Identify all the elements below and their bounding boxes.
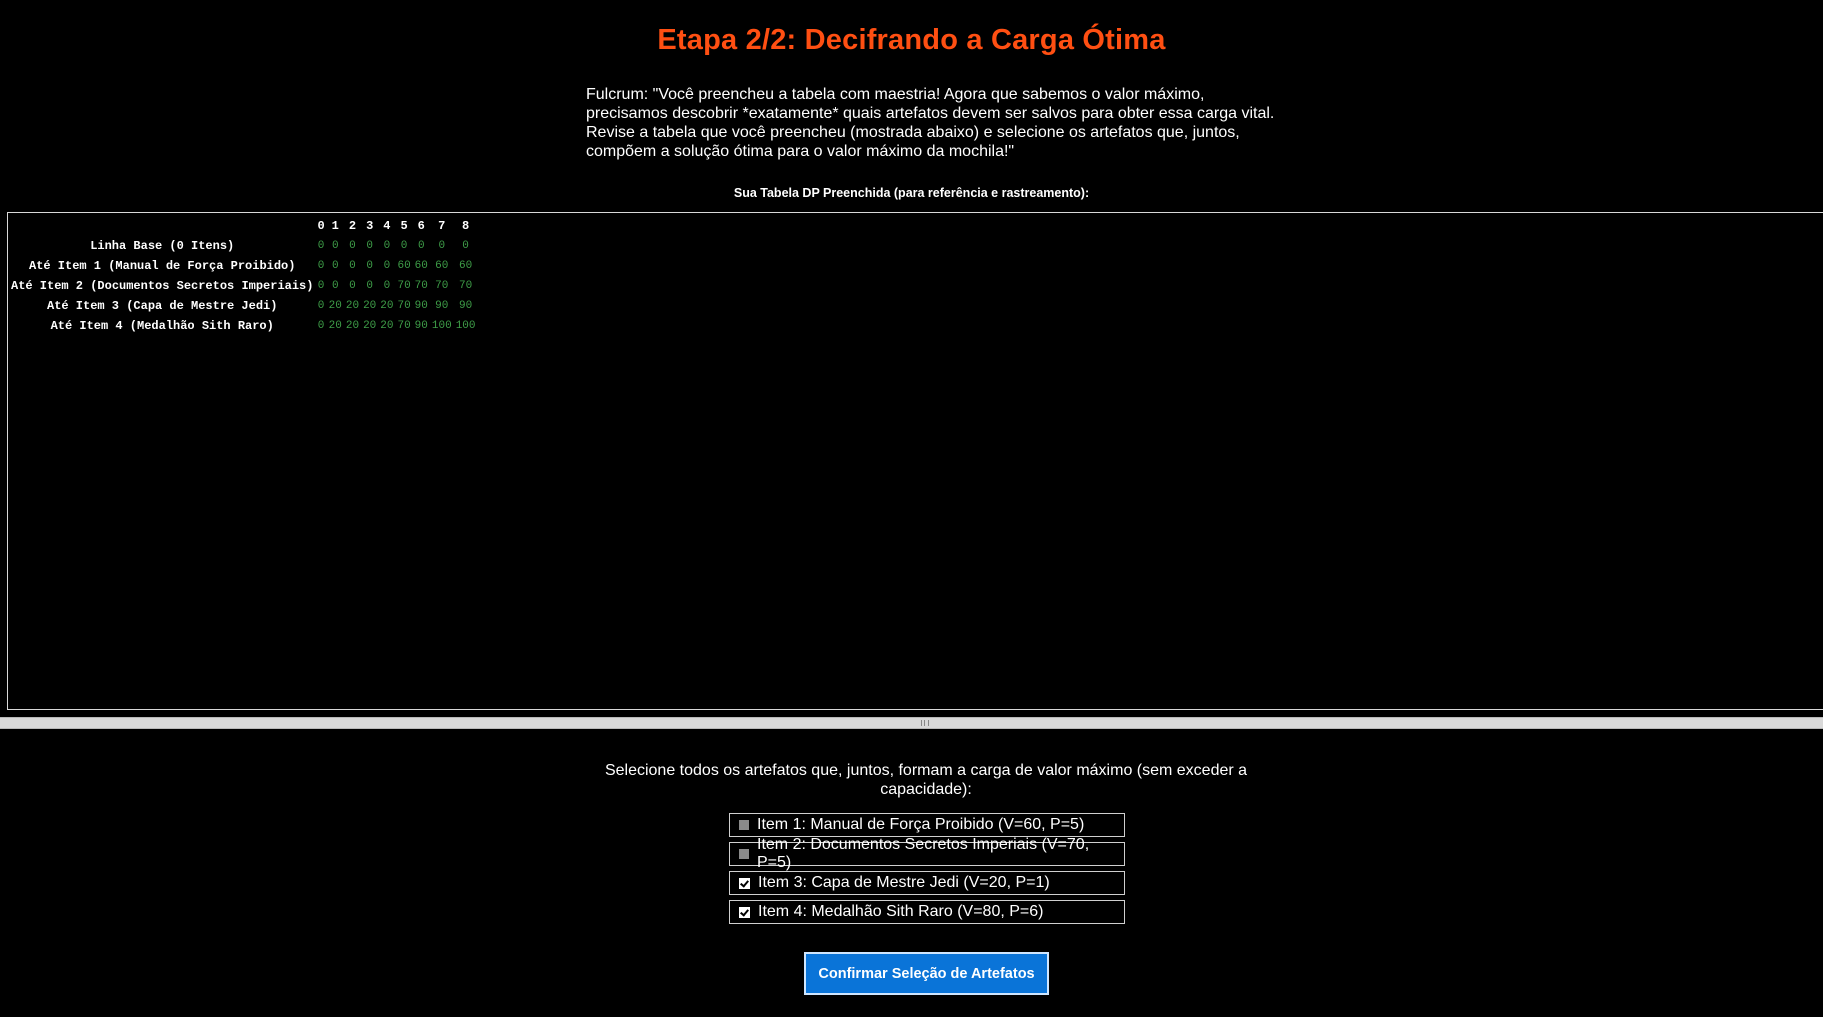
- dp-column-header: 8: [461, 219, 470, 233]
- dp-cell: 0: [317, 300, 325, 312]
- dp-header-row: 0 1 2 3 4 5 6 7 8: [9, 216, 478, 236]
- dp-column-header: 6: [417, 219, 425, 233]
- artifact-option-label: Item 2: Documentos Secretos Imperiais (V…: [757, 836, 1090, 871]
- dp-cell: 0: [317, 280, 325, 292]
- dp-cell: 60: [397, 260, 411, 272]
- checkbox-checked-icon[interactable]: [739, 906, 750, 918]
- table-row: Até Item 1 (Manual de Força Proibido) 0 …: [9, 256, 478, 276]
- dp-cell: 0: [331, 280, 339, 292]
- selection-prompt: Selecione todos os artefatos que, juntos…: [604, 762, 1248, 798]
- dp-row-label: Até Item 1 (Manual de Força Proibido): [29, 259, 296, 273]
- dp-cell: 0: [366, 280, 373, 292]
- checkbox-checked-icon[interactable]: [739, 877, 750, 889]
- confirm-selection-button[interactable]: Confirmar Seleção de Artefatos: [804, 952, 1049, 995]
- dp-cell: 0: [317, 240, 325, 252]
- dp-cell: 60: [435, 260, 449, 272]
- dp-cell: 20: [380, 320, 394, 332]
- dp-cell: 100: [431, 320, 452, 332]
- artifact-option-item-1[interactable]: Item 1: Manual de Força Proibido (V=60, …: [729, 813, 1125, 837]
- dp-cell: 90: [414, 300, 428, 312]
- table-row: Até Item 4 (Medalhão Sith Raro) 0 20 20 …: [9, 316, 478, 336]
- artifact-option-item-2[interactable]: Item 2: Documentos Secretos Imperiais (V…: [729, 836, 1125, 871]
- table-caption: Sua Tabela DP Preenchida (para referênci…: [733, 186, 1090, 200]
- dp-cell: 100: [455, 320, 476, 332]
- dp-table-frame[interactable]: 0 1 2 3 4 5 6 7 8 Linha Base (0 Itens) 0…: [7, 212, 1823, 710]
- dp-cell: 70: [397, 320, 411, 332]
- dp-cell: 0: [462, 240, 469, 252]
- dp-cell: 0: [317, 320, 325, 332]
- dp-row-label: Até Item 3 (Capa de Mestre Jedi): [47, 299, 278, 313]
- dp-row-label: Até Item 4 (Medalhão Sith Raro): [50, 319, 274, 333]
- artifact-option-item-3[interactable]: Item 3: Capa de Mestre Jedi (V=20, P=1): [729, 871, 1125, 895]
- dp-cell: 0: [331, 260, 339, 272]
- dp-cell: 20: [380, 300, 394, 312]
- checkbox-unchecked-icon[interactable]: [739, 820, 749, 830]
- dp-cell: 70: [397, 280, 411, 292]
- checkbox-unchecked-icon[interactable]: [739, 849, 749, 859]
- dp-cell: 0: [366, 240, 373, 252]
- dp-cell: 0: [349, 240, 356, 252]
- dp-cell: 20: [345, 320, 360, 332]
- page-title: Etapa 2/2: Decifrando a Carga Ótima: [657, 24, 1166, 56]
- dp-cell: 70: [458, 280, 473, 292]
- page: Etapa 2/2: Decifrando a Carga Ótima Fulc…: [0, 0, 1823, 1017]
- dp-cell: 0: [349, 260, 356, 272]
- dp-column-header: 3: [366, 219, 374, 233]
- dp-cell: 0: [331, 240, 339, 252]
- dp-cell: 70: [397, 300, 411, 312]
- dp-corner-cell: [9, 216, 315, 236]
- dp-cell: 0: [317, 260, 325, 272]
- dp-cell: 90: [414, 320, 428, 332]
- dp-cell: 0: [383, 280, 391, 292]
- dp-column-header: 5: [400, 219, 408, 233]
- dp-cell: 20: [328, 320, 342, 332]
- dp-cell: 20: [328, 300, 342, 312]
- dp-cell: 60: [414, 260, 428, 272]
- artifact-options: Item 1: Manual de Força Proibido (V=60, …: [729, 813, 1125, 929]
- dp-cell: 0: [383, 240, 391, 252]
- dp-row-label: Até Item 2 (Documentos Secretos Imperiai…: [11, 279, 314, 293]
- dp-cell: 70: [435, 280, 449, 292]
- dp-cell: 20: [345, 300, 360, 312]
- dp-cell: 0: [349, 280, 356, 292]
- dp-cell: 0: [366, 260, 373, 272]
- dp-cell: 0: [438, 240, 446, 252]
- table-row: Até Item 2 (Documentos Secretos Imperiai…: [9, 276, 478, 296]
- artifact-option-item-4[interactable]: Item 4: Medalhão Sith Raro (V=80, P=6): [729, 900, 1125, 924]
- dp-cell: 20: [363, 320, 377, 332]
- dp-cell: 90: [435, 300, 449, 312]
- artifact-option-label: Item 3: Capa de Mestre Jedi (V=20, P=1): [758, 874, 1050, 891]
- dp-cell: 0: [383, 260, 391, 272]
- dp-table: 0 1 2 3 4 5 6 7 8 Linha Base (0 Itens) 0…: [9, 216, 478, 336]
- dp-column-header: 2: [348, 219, 357, 233]
- dp-column-header: 4: [383, 219, 391, 233]
- table-row: Até Item 3 (Capa de Mestre Jedi) 0 20 20…: [9, 296, 478, 316]
- dp-column-header: 1: [331, 219, 339, 233]
- artifact-option-label: Item 1: Manual de Força Proibido (V=60, …: [757, 816, 1085, 833]
- dp-cell: 0: [400, 240, 408, 252]
- dp-cell: 90: [458, 300, 473, 312]
- dp-column-header: 0: [317, 219, 325, 233]
- dp-cell: 20: [363, 300, 377, 312]
- dp-cell: 70: [414, 280, 428, 292]
- resize-splitter[interactable]: [0, 717, 1823, 729]
- dp-cell: 0: [417, 240, 425, 252]
- table-row: Linha Base (0 Itens) 0 0 0 0 0 0 0 0 0: [9, 236, 478, 256]
- dp-column-header: 7: [438, 219, 446, 233]
- artifact-option-label: Item 4: Medalhão Sith Raro (V=80, P=6): [758, 903, 1044, 920]
- dp-row-label: Linha Base (0 Itens): [90, 239, 235, 253]
- dp-cell: 60: [458, 260, 473, 272]
- grip-icon: [921, 720, 929, 726]
- intro-text: Fulcrum: "Você preencheu a tabela com ma…: [586, 86, 1275, 160]
